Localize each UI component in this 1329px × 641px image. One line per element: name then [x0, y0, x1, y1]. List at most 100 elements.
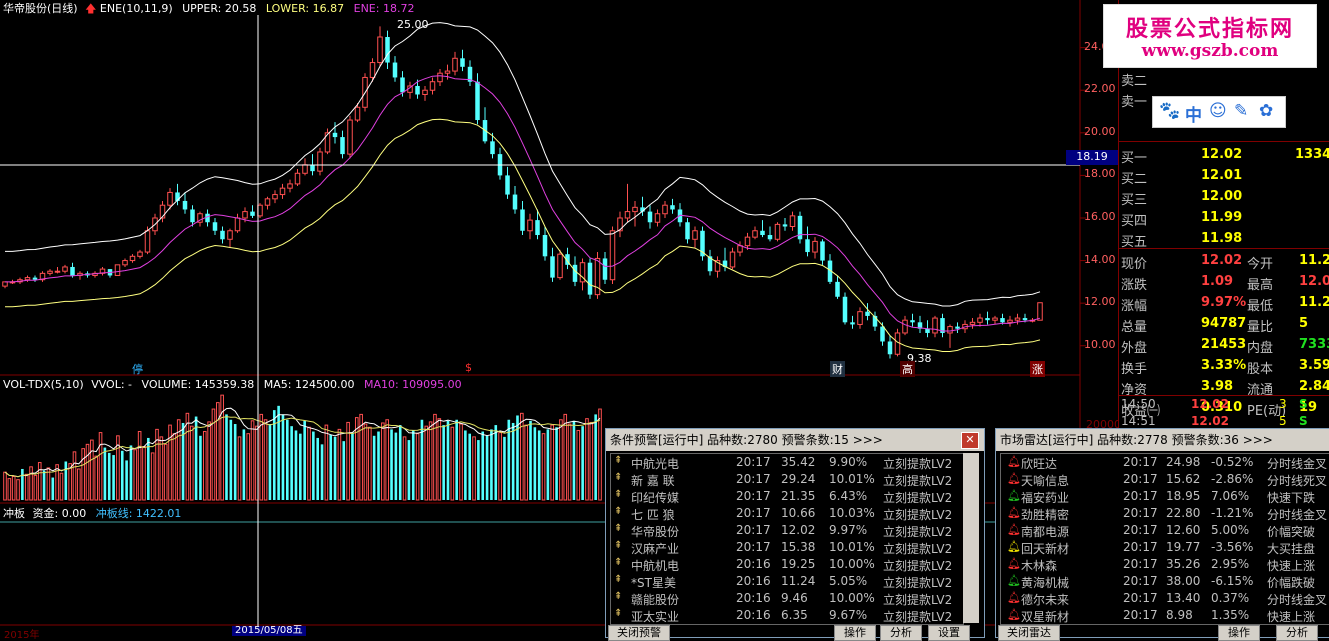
candle[interactable]: [932, 315, 938, 338]
candle[interactable]: [594, 252, 601, 299]
candle[interactable]: [392, 56, 398, 82]
volume-indicator-name[interactable]: VOL-TDX(5,10): [3, 378, 84, 391]
candle[interactable]: [429, 77, 436, 95]
candle[interactable]: [107, 269, 113, 278]
candle[interactable]: [475, 73, 480, 125]
candle[interactable]: [182, 192, 188, 214]
event-label-finance[interactable]: 财: [830, 361, 845, 377]
candle[interactable]: [317, 147, 323, 176]
candle[interactable]: [955, 322, 960, 333]
alert-row[interactable]: ⇞ 印纪传媒 20:17 21.35 6.43% 立刻提款LV2: [611, 488, 963, 505]
candle[interactable]: [632, 200, 638, 227]
buy-level-row[interactable]: 买五 11.98: [1119, 228, 1329, 250]
settings-button[interactable]: 设置: [928, 625, 970, 641]
buy-level-row[interactable]: 买一 12.02 1334: [1119, 144, 1329, 166]
candle[interactable]: [129, 254, 136, 263]
candle[interactable]: [820, 239, 825, 265]
candle[interactable]: [294, 169, 301, 187]
candle[interactable]: [505, 166, 510, 199]
candle[interactable]: [910, 313, 915, 327]
candle[interactable]: [1014, 313, 1021, 325]
candle[interactable]: [969, 318, 976, 329]
candle[interactable]: [992, 315, 998, 325]
candle[interactable]: [617, 211, 623, 238]
candle[interactable]: [670, 198, 675, 214]
radar-row[interactable]: 🔔︎ 双星新材 20:17 8.98 1.35% 快速上涨: [1001, 607, 1329, 624]
market-radar-title[interactable]: 市场雷达[运行中] 品种数:2778 预警条数:36 >>>: [996, 429, 1329, 451]
candle[interactable]: [32, 275, 38, 282]
chinese-mode-icon[interactable]: 中: [1185, 101, 1202, 126]
close-alert-button[interactable]: 关闭预警: [608, 625, 670, 641]
smile-icon[interactable]: ☺: [1209, 101, 1227, 121]
close-icon[interactable]: ✕: [961, 432, 979, 449]
condition-alert-scrollbar[interactable]: [963, 453, 979, 623]
buy-level-row[interactable]: 买二 12.01: [1119, 165, 1329, 187]
buy-level-row[interactable]: 买四 11.99: [1119, 207, 1329, 229]
chongban-title[interactable]: 冲板: [3, 507, 25, 520]
candle[interactable]: [947, 324, 953, 348]
candle[interactable]: [624, 183, 631, 223]
candle[interactable]: [122, 258, 128, 267]
candle[interactable]: [557, 249, 563, 280]
candle[interactable]: [707, 249, 713, 276]
paw-icon[interactable]: 🐾: [1159, 101, 1180, 121]
candle[interactable]: [737, 241, 743, 257]
candle[interactable]: [609, 226, 616, 284]
candle[interactable]: [264, 196, 271, 210]
radar-row[interactable]: 🔔︎ 劲胜精密 20:17 22.80 -1.21% 分时线金叉: [1001, 505, 1329, 522]
alert-row[interactable]: ⇞ 亚太实业 20:16 6.35 9.67% 立刻提款LV2: [611, 607, 963, 624]
candle[interactable]: [887, 335, 893, 359]
candle[interactable]: [2, 281, 8, 289]
candle[interactable]: [512, 186, 518, 214]
candle[interactable]: [872, 311, 878, 331]
candle[interactable]: [587, 258, 593, 299]
candle[interactable]: [842, 292, 848, 325]
candle[interactable]: [497, 147, 503, 180]
candle[interactable]: [205, 209, 210, 227]
candle[interactable]: [774, 222, 781, 242]
candle[interactable]: [39, 271, 46, 282]
buy-level-row[interactable]: 买三 12.00: [1119, 186, 1329, 208]
candle[interactable]: [377, 26, 383, 67]
candle[interactable]: [977, 313, 983, 327]
candle[interactable]: [767, 226, 773, 242]
radar-operate-button[interactable]: 操作: [1218, 625, 1260, 641]
candle[interactable]: [227, 228, 233, 248]
pen-icon[interactable]: ✎: [1234, 101, 1248, 121]
candle[interactable]: [789, 211, 796, 231]
candle[interactable]: [812, 237, 818, 259]
operate-button[interactable]: 操作: [834, 625, 876, 641]
candle[interactable]: [714, 256, 721, 278]
candle[interactable]: [250, 205, 255, 218]
stock-name[interactable]: 华帝股份(日线): [3, 2, 78, 15]
candle[interactable]: [685, 217, 690, 244]
condition-alert-title[interactable]: 条件预警[运行中] 品种数:2780 预警条数:15 >>>: [606, 429, 984, 451]
candle[interactable]: [1037, 302, 1043, 321]
candle[interactable]: [272, 190, 278, 204]
event-label-high[interactable]: 高: [900, 361, 915, 377]
candle[interactable]: [700, 226, 705, 261]
candle[interactable]: [760, 220, 765, 238]
event-label-rise[interactable]: 涨: [1030, 361, 1045, 377]
candle[interactable]: [654, 209, 661, 227]
candle[interactable]: [729, 247, 736, 270]
candle[interactable]: [647, 205, 653, 229]
candle[interactable]: [54, 266, 61, 274]
candle[interactable]: [220, 226, 225, 244]
candle[interactable]: [602, 252, 608, 284]
alert-row[interactable]: ⇞ 汉麻产业 20:17 15.38 10.01% 立刻提款LV2: [611, 539, 963, 556]
candle[interactable]: [422, 85, 428, 101]
candle[interactable]: [482, 107, 488, 144]
alert-row[interactable]: ⇞ *ST星美 20:16 11.24 5.05% 立刻提款LV2: [611, 573, 963, 590]
candle[interactable]: [857, 307, 863, 329]
radar-row[interactable]: 🔔︎ 回天新材 20:17 19.77 -3.56% 大买挂盘: [1001, 539, 1329, 556]
candle[interactable]: [340, 130, 345, 159]
candle[interactable]: [940, 313, 945, 338]
indicator-name[interactable]: ENE(10,11,9): [100, 2, 173, 15]
candle[interactable]: [550, 247, 555, 282]
candle[interactable]: [662, 200, 668, 218]
candle[interactable]: [62, 264, 68, 274]
candle[interactable]: [467, 60, 473, 86]
alert-row[interactable]: ⇞ 新 嘉 联 20:17 29.24 10.01% 立刻提款LV2: [611, 471, 963, 488]
radar-row[interactable]: 🔔︎ 德尔未来 20:17 13.40 0.37% 分时线金叉: [1001, 590, 1329, 607]
